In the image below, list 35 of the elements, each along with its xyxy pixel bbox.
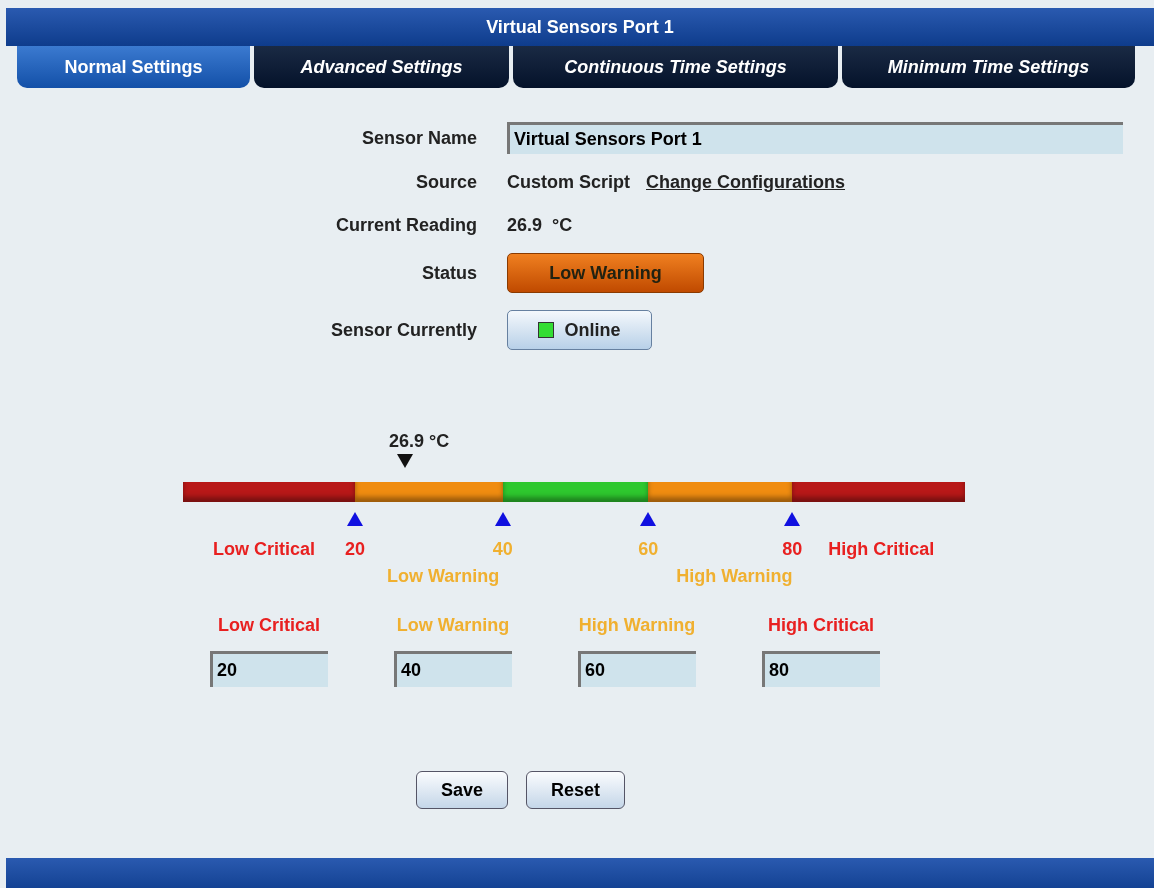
save-button[interactable]: Save: [416, 771, 509, 809]
threshold-label: High Critical: [768, 614, 874, 637]
field-label: Sensor Currently: [329, 318, 478, 342]
online-button[interactable]: Online: [507, 310, 652, 350]
source-value: Custom Script: [507, 170, 630, 194]
zone-label: Low Critical: [213, 538, 316, 561]
field-label: Status: [421, 261, 478, 285]
window-title: Virtual Sensors Port 1: [6, 8, 1154, 46]
gauge-reading: 26.9 °C: [389, 430, 450, 453]
reading-value: 26.9 °C: [507, 213, 573, 237]
marker-value: 80: [782, 538, 803, 561]
tab[interactable]: Advanced Settings: [254, 46, 509, 88]
threshold-label: Low Warning: [396, 614, 510, 637]
marker-value: 40: [492, 538, 513, 561]
sensor-name-field[interactable]: Virtual Sensors Port 1: [507, 122, 1123, 154]
reset-button[interactable]: Reset: [526, 771, 626, 809]
threshold-label: High Warning: [578, 614, 696, 637]
tab[interactable]: Continuous Time Settings: [513, 46, 838, 88]
threshold-field[interactable]: 60: [578, 651, 696, 687]
zone-label: Low Warning: [386, 565, 500, 588]
marker-value: 60: [638, 538, 659, 561]
threshold-label: Low Critical: [218, 614, 320, 637]
field-label: Current Reading: [335, 213, 478, 237]
threshold-field[interactable]: 80: [762, 651, 880, 687]
field-label: Source: [414, 170, 478, 194]
status-button[interactable]: Low Warning: [507, 253, 704, 293]
tab[interactable]: Normal Settings: [17, 46, 250, 88]
change-configurations-link[interactable]: Change Configurations: [646, 168, 845, 196]
zone-label: High Critical: [828, 538, 935, 561]
tab[interactable]: Minimum Time Settings: [842, 46, 1135, 88]
marker-value: 20: [345, 538, 366, 561]
threshold-field[interactable]: 40: [394, 651, 512, 687]
field-label: Sensor Name: [360, 126, 478, 150]
zone-label: High Warning: [676, 565, 793, 588]
threshold-field[interactable]: 20: [210, 651, 328, 687]
